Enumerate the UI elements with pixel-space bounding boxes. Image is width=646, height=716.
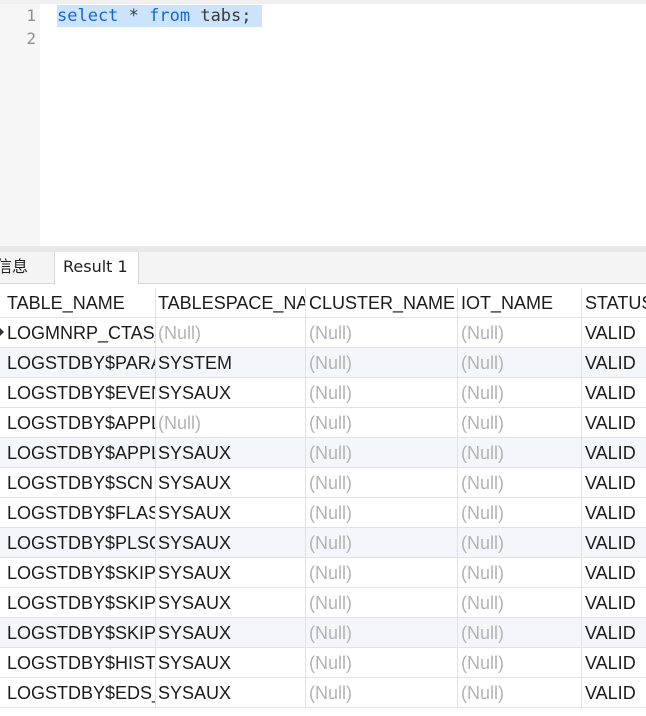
cell-status[interactable]: VALID — [582, 438, 646, 468]
cell-iot-name[interactable]: (Null) — [458, 588, 582, 618]
cell-iot-name[interactable]: (Null) — [458, 678, 582, 708]
table-row[interactable]: LOGMNRP_CTAS_ (Null) (Null) (Null) VALID — [0, 318, 646, 348]
sql-keyword-select: select — [57, 6, 119, 26]
table-row[interactable]: LOGSTDBY$APPL SYSAUX (Null) (Null) VALID — [0, 438, 646, 468]
sql-editor[interactable]: 1 2 select * from tabs; — [0, 0, 646, 246]
cell-table-name[interactable]: LOGSTDBY$SCN — [0, 468, 156, 498]
table-row[interactable]: LOGSTDBY$EVEN SYSAUX (Null) (Null) VALID — [0, 378, 646, 408]
cell-status[interactable]: VALID — [582, 648, 646, 678]
cell-tablespace-name[interactable]: SYSAUX — [156, 618, 306, 648]
column-header-table-name[interactable]: TABLE_NAME — [0, 288, 156, 318]
cell-iot-name[interactable]: (Null) — [458, 558, 582, 588]
result-tab-bar: 信息 Result 1 — [0, 252, 646, 285]
cell-iot-name[interactable]: (Null) — [458, 378, 582, 408]
cell-table-name[interactable]: LOGSTDBY$SKIP_ — [0, 618, 156, 648]
column-header-iot-name[interactable]: IOT_NAME — [458, 288, 582, 318]
cell-status[interactable]: VALID — [582, 348, 646, 378]
cell-tablespace-name[interactable]: (Null) — [156, 318, 306, 348]
cell-table-name[interactable]: LOGSTDBY$APPL — [0, 408, 156, 438]
table-row[interactable]: LOGSTDBY$SKIP_ SYSAUX (Null) (Null) VALID — [0, 558, 646, 588]
column-header-tablespace-name[interactable]: TABLESPACE_NA — [156, 288, 306, 318]
cell-status[interactable]: VALID — [582, 408, 646, 438]
cell-iot-name[interactable]: (Null) — [458, 618, 582, 648]
cell-iot-name[interactable]: (Null) — [458, 318, 582, 348]
cell-table-name[interactable]: LOGSTDBY$SKIP_ — [0, 558, 156, 588]
cell-cluster-name[interactable]: (Null) — [306, 618, 458, 648]
cell-cluster-name[interactable]: (Null) — [306, 318, 458, 348]
cell-iot-name[interactable]: (Null) — [458, 348, 582, 378]
cell-cluster-name[interactable]: (Null) — [306, 558, 458, 588]
cell-tablespace-name[interactable]: SYSAUX — [156, 528, 306, 558]
cell-tablespace-name[interactable]: SYSAUX — [156, 588, 306, 618]
cell-status[interactable]: VALID — [582, 378, 646, 408]
cell-cluster-name[interactable]: (Null) — [306, 528, 458, 558]
cell-iot-name[interactable]: (Null) — [458, 528, 582, 558]
cell-cluster-name[interactable]: (Null) — [306, 498, 458, 528]
cell-iot-name[interactable]: (Null) — [458, 438, 582, 468]
column-header-status[interactable]: STATUS — [582, 288, 646, 318]
cell-table-name[interactable]: LOGSTDBY$PLSQ — [0, 528, 156, 558]
cell-status[interactable]: VALID — [582, 468, 646, 498]
table-row[interactable]: LOGSTDBY$FLAS SYSAUX (Null) (Null) VALID — [0, 498, 646, 528]
cell-tablespace-name[interactable]: SYSAUX — [156, 378, 306, 408]
sql-text: tabs; — [190, 6, 252, 26]
code-line-1[interactable]: select * from tabs; — [57, 4, 262, 28]
cell-table-name[interactable]: LOGSTDBY$SKIP — [0, 588, 156, 618]
cell-status[interactable]: VALID — [582, 678, 646, 708]
cell-tablespace-name[interactable]: SYSTEM — [156, 348, 306, 378]
cell-cluster-name[interactable]: (Null) — [306, 588, 458, 618]
cell-tablespace-name[interactable]: SYSAUX — [156, 468, 306, 498]
cell-tablespace-name[interactable]: SYSAUX — [156, 678, 306, 708]
cell-status[interactable]: VALID — [582, 498, 646, 528]
cell-table-name[interactable]: LOGMNRP_CTAS_ — [0, 318, 156, 348]
cell-iot-name[interactable]: (Null) — [458, 408, 582, 438]
selected-sql-text[interactable]: select * from tabs; — [57, 5, 262, 27]
cell-cluster-name[interactable]: (Null) — [306, 648, 458, 678]
table-row[interactable]: LOGSTDBY$PLSQ SYSAUX (Null) (Null) VALID — [0, 528, 646, 558]
grid-header-row: TABLE_NAME TABLESPACE_NA CLUSTER_NAME IO… — [0, 288, 646, 318]
cell-status[interactable]: VALID — [582, 588, 646, 618]
table-row[interactable]: LOGSTDBY$HIST(SYSAUX (Null) (Null) VALID — [0, 648, 646, 678]
cell-iot-name[interactable]: (Null) — [458, 498, 582, 528]
cell-table-name[interactable]: LOGSTDBY$HIST( — [0, 648, 156, 678]
sql-keyword-from: from — [149, 6, 191, 26]
cell-status[interactable]: VALID — [582, 618, 646, 648]
cell-tablespace-name[interactable]: SYSAUX — [156, 438, 306, 468]
cell-iot-name[interactable]: (Null) — [458, 648, 582, 678]
table-row[interactable]: LOGSTDBY$SKIP_ SYSAUX (Null) (Null) VALID — [0, 618, 646, 648]
tab-info[interactable]: 信息 — [0, 252, 46, 284]
result-grid[interactable]: TABLE_NAME TABLESPACE_NA CLUSTER_NAME IO… — [0, 288, 646, 716]
sql-text: * — [118, 6, 150, 26]
table-row[interactable]: LOGSTDBY$SKIP SYSAUX (Null) (Null) VALID — [0, 588, 646, 618]
cell-cluster-name[interactable]: (Null) — [306, 348, 458, 378]
cell-cluster-name[interactable]: (Null) — [306, 678, 458, 708]
cell-cluster-name[interactable]: (Null) — [306, 468, 458, 498]
line-number: 2 — [26, 29, 36, 48]
cell-status[interactable]: VALID — [582, 318, 646, 348]
cell-status[interactable]: VALID — [582, 558, 646, 588]
line-number: 1 — [26, 6, 36, 25]
cell-iot-name[interactable]: (Null) — [458, 468, 582, 498]
cell-status[interactable]: VALID — [582, 528, 646, 558]
table-row[interactable]: LOGSTDBY$APPL (Null) (Null) (Null) VALID — [0, 408, 646, 438]
cell-table-name[interactable]: LOGSTDBY$EDS_ — [0, 678, 156, 708]
cell-cluster-name[interactable]: (Null) — [306, 378, 458, 408]
column-header-cluster-name[interactable]: CLUSTER_NAME — [306, 288, 458, 318]
cell-tablespace-name[interactable]: SYSAUX — [156, 648, 306, 678]
cell-table-name[interactable]: LOGSTDBY$EVEN — [0, 378, 156, 408]
cell-table-name[interactable]: LOGSTDBY$FLAS — [0, 498, 156, 528]
cell-table-name[interactable]: LOGSTDBY$APPL — [0, 438, 156, 468]
cell-tablespace-name[interactable]: SYSAUX — [156, 498, 306, 528]
line-number-gutter: 1 2 — [0, 4, 40, 246]
table-row[interactable]: LOGSTDBY$PARA SYSTEM (Null) (Null) VALID — [0, 348, 646, 378]
cell-cluster-name[interactable]: (Null) — [306, 438, 458, 468]
tab-result-1[interactable]: Result 1 — [54, 252, 139, 285]
cell-tablespace-name[interactable]: SYSAUX — [156, 558, 306, 588]
cell-tablespace-name[interactable]: (Null) — [156, 408, 306, 438]
table-row[interactable]: LOGSTDBY$SCN SYSAUX (Null) (Null) VALID — [0, 468, 646, 498]
cell-cluster-name[interactable]: (Null) — [306, 408, 458, 438]
cell-table-name[interactable]: LOGSTDBY$PARA — [0, 348, 156, 378]
table-row[interactable]: LOGSTDBY$EDS_ SYSAUX (Null) (Null) VALID — [0, 678, 646, 708]
